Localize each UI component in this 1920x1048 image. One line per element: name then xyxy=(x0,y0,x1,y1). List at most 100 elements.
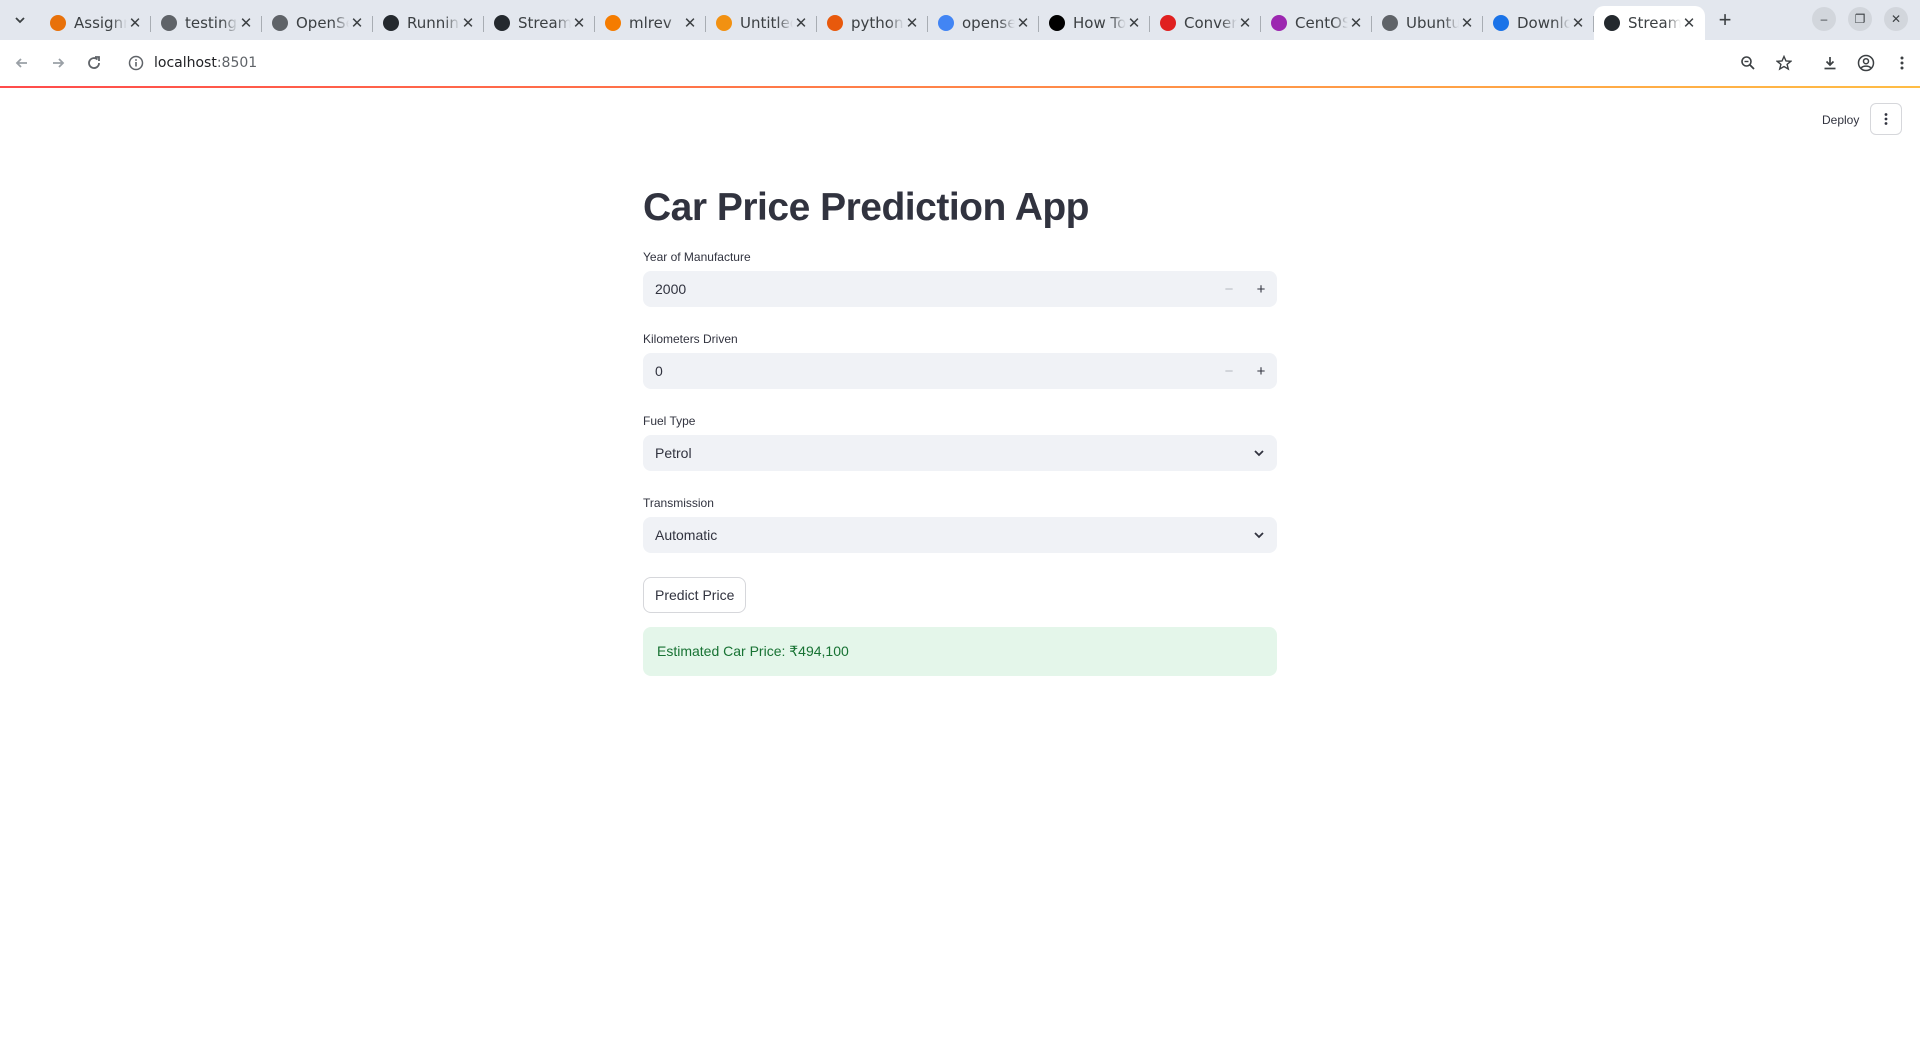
forward-button[interactable] xyxy=(40,45,76,81)
reload-icon xyxy=(88,56,100,69)
new-tab-button[interactable]: + xyxy=(1707,2,1743,38)
minimize-icon: – xyxy=(1820,12,1828,26)
github-icon xyxy=(383,15,399,31)
close-tab-icon[interactable]: ✕ xyxy=(682,14,698,32)
browser-tab[interactable]: Streamlit✕ xyxy=(484,7,595,39)
close-tab-icon[interactable]: ✕ xyxy=(238,14,254,32)
browser-tab[interactable]: Ubuntu ✕ xyxy=(1372,7,1483,39)
browser-tab[interactable]: Download✕ xyxy=(1483,7,1594,39)
github-icon xyxy=(1604,15,1620,31)
browser-tab[interactable]: How To ✕ xyxy=(1039,7,1150,39)
transmission-select[interactable]: Automatic xyxy=(643,517,1277,553)
downloads-button[interactable] xyxy=(1812,45,1848,81)
deploy-button[interactable]: Deploy xyxy=(1822,110,1859,130)
convert-icon xyxy=(1160,15,1176,31)
centos-icon xyxy=(1271,15,1287,31)
browser-tab[interactable]: opensearch✕ xyxy=(928,7,1039,39)
tab-title: mlrev xyxy=(629,14,672,32)
zoom-button[interactable] xyxy=(1730,45,1766,81)
download-icon xyxy=(1824,57,1836,70)
tab-title: OpenSearch xyxy=(296,14,349,32)
globe-icon xyxy=(1382,15,1398,31)
github-icon xyxy=(494,15,510,31)
browser-tab[interactable]: Convert✕ xyxy=(1150,7,1261,39)
year-increment-button[interactable]: + xyxy=(1245,271,1277,307)
address-bar[interactable]: localhost:8501 xyxy=(118,45,1768,81)
year-input[interactable]: 2000 − + xyxy=(643,271,1277,307)
transmission-value: Automatic xyxy=(655,527,718,543)
globe-icon xyxy=(161,15,177,31)
transmission-label: Transmission xyxy=(643,496,714,510)
tab-title: Assignments xyxy=(74,14,127,32)
download-icon xyxy=(1493,15,1509,31)
app-menu-button[interactable] xyxy=(1870,103,1902,135)
kebab-menu-icon xyxy=(1900,56,1904,70)
tab-title: python xyxy=(851,14,904,32)
close-tab-icon[interactable]: ✕ xyxy=(349,14,365,32)
chevron-down-icon xyxy=(1241,447,1277,459)
browser-tab[interactable]: testing ✕ xyxy=(151,7,262,39)
browser-tab[interactable]: Running✕ xyxy=(373,7,484,39)
tab-title: Untitled xyxy=(740,14,793,32)
close-tab-icon[interactable]: ✕ xyxy=(571,14,587,32)
restore-button[interactable]: ❐ xyxy=(1848,7,1872,31)
result-alert: Estimated Car Price: ₹494,100 xyxy=(643,627,1277,676)
close-tab-icon[interactable]: ✕ xyxy=(904,14,920,32)
browser-tab[interactable]: CentOS ✕ xyxy=(1261,7,1372,39)
back-button[interactable] xyxy=(4,45,40,81)
chevron-down-icon xyxy=(1241,529,1277,541)
close-window-button[interactable]: ✕ xyxy=(1884,7,1908,31)
plus-icon: + xyxy=(1256,362,1266,380)
close-tab-icon[interactable]: ✕ xyxy=(460,14,476,32)
toolbar-actions xyxy=(1730,45,1920,81)
kebab-menu-icon xyxy=(1884,113,1888,125)
year-value[interactable]: 2000 xyxy=(643,281,1213,297)
close-tab-icon[interactable]: ✕ xyxy=(1015,14,1031,32)
url-text[interactable]: localhost:8501 xyxy=(154,55,257,71)
page-title: Car Price Prediction App xyxy=(643,186,1090,229)
tab-search-button[interactable] xyxy=(0,0,40,40)
tab-title: Streamlit xyxy=(518,14,571,32)
globe-icon xyxy=(272,15,288,31)
tab-title: How To xyxy=(1073,14,1126,32)
year-decrement-button[interactable]: − xyxy=(1213,271,1245,307)
browser-tab[interactable]: Untitled✕ xyxy=(706,7,817,39)
km-decrement-button[interactable]: − xyxy=(1213,353,1245,389)
browser-tab[interactable]: python ✕ xyxy=(817,7,928,39)
site-info-icon[interactable] xyxy=(118,45,154,81)
tab-title: Download xyxy=(1517,14,1570,32)
bookmark-button[interactable] xyxy=(1766,45,1802,81)
close-tab-icon[interactable]: ✕ xyxy=(1459,14,1475,32)
browser-toolbar: localhost:8501 xyxy=(0,40,1920,86)
km-input[interactable]: 0 − + xyxy=(643,353,1277,389)
fuel-select[interactable]: Petrol xyxy=(643,435,1277,471)
close-tab-icon[interactable]: ✕ xyxy=(793,14,809,32)
close-tab-icon[interactable]: ✕ xyxy=(127,14,143,32)
tab-title: CentOS xyxy=(1295,14,1348,32)
profile-button[interactable] xyxy=(1848,45,1884,81)
minus-icon: − xyxy=(1224,362,1234,380)
reload-button[interactable] xyxy=(76,45,112,81)
browser-menu-button[interactable] xyxy=(1884,45,1920,81)
minimize-button[interactable]: – xyxy=(1812,7,1836,31)
browser-tab[interactable]: Assignments✕ xyxy=(40,7,151,39)
predict-price-button[interactable]: Predict Price xyxy=(643,577,747,613)
tab-title: testing xyxy=(185,14,238,32)
main-content: Car Price Prediction App Year of Manufac… xyxy=(643,186,1277,676)
km-label: Kilometers Driven xyxy=(643,332,738,346)
close-tab-icon[interactable]: ✕ xyxy=(1681,14,1697,32)
browser-tab[interactable]: Streamlit✕ xyxy=(1594,6,1705,40)
close-tab-icon[interactable]: ✕ xyxy=(1570,14,1586,32)
close-tab-icon[interactable]: ✕ xyxy=(1348,14,1364,32)
km-value[interactable]: 0 xyxy=(643,363,1213,379)
chevron-down-icon xyxy=(15,17,25,24)
profile-icon xyxy=(1857,54,1875,72)
close-tab-icon[interactable]: ✕ xyxy=(1237,14,1253,32)
close-tab-icon[interactable]: ✕ xyxy=(1126,14,1142,32)
result-text: Estimated Car Price: ₹494,100 xyxy=(657,643,849,659)
browser-tab[interactable]: OpenSearch✕ xyxy=(262,7,373,39)
browser-tab[interactable]: mlrev ✕ xyxy=(595,7,706,39)
km-increment-button[interactable]: + xyxy=(1245,353,1277,389)
m-icon xyxy=(50,15,66,31)
tab-title: Streamlit xyxy=(1628,14,1681,32)
